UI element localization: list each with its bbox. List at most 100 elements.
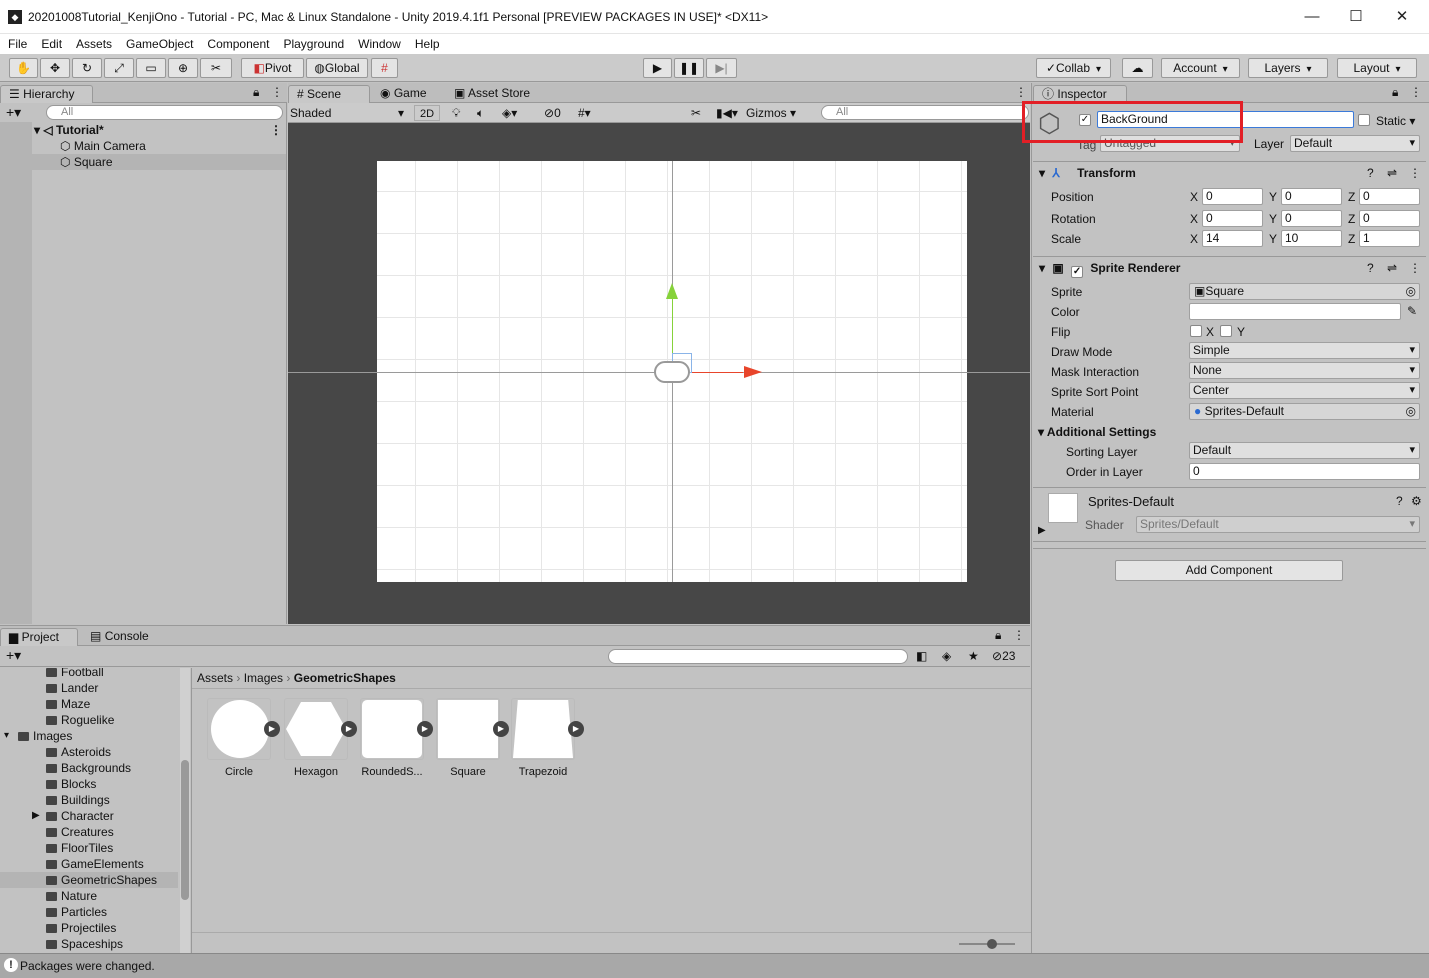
tab-scene[interactable]: # Scene bbox=[288, 85, 370, 103]
help-icon[interactable]: ? bbox=[1396, 494, 1403, 508]
hidden-objects-icon[interactable]: ⊘0 bbox=[544, 106, 561, 120]
layers-dropdown[interactable]: Layers bbox=[1248, 58, 1328, 78]
pause-button-icon[interactable]: ❚❚ bbox=[674, 58, 704, 78]
label-tag-icon[interactable]: ◈ bbox=[942, 649, 951, 663]
expand-arrow-icon[interactable]: ▶ bbox=[1038, 525, 1046, 536]
gizmos-dropdown[interactable]: Gizmos ▾ bbox=[746, 105, 796, 121]
transform-tool-icon[interactable]: ⊕ bbox=[168, 58, 198, 78]
preset-icon[interactable]: ⇌ bbox=[1387, 162, 1397, 184]
grid-snap-icon[interactable]: # bbox=[371, 58, 398, 78]
folder-tree-item[interactable]: Particles bbox=[0, 904, 178, 920]
object-picker-icon[interactable]: ◎ bbox=[1406, 404, 1416, 419]
grid-toggle-icon[interactable]: #▾ bbox=[578, 106, 591, 120]
folder-tree-item[interactable]: Spaceships bbox=[0, 936, 178, 952]
folder-tree-item[interactable]: Lander bbox=[0, 680, 178, 696]
flip-y-checkbox[interactable] bbox=[1220, 325, 1232, 337]
additional-settings-foldout[interactable]: ▾ Additional Settings bbox=[1038, 425, 1156, 439]
global-toggle[interactable]: ◍Global bbox=[306, 58, 368, 78]
status-message[interactable]: Packages were changed. bbox=[20, 959, 155, 973]
scene-kebab-icon[interactable]: ⋮ bbox=[270, 122, 282, 138]
position-x-input[interactable]: 0 bbox=[1202, 188, 1263, 205]
eyedropper-icon[interactable]: ✎ bbox=[1407, 304, 1417, 318]
hidden-packages-icon[interactable]: ⊘23 bbox=[992, 649, 1015, 663]
expand-play-icon[interactable]: ▶ bbox=[493, 721, 509, 737]
help-icon[interactable]: ? bbox=[1367, 257, 1374, 279]
shader-dropdown[interactable]: Sprites/Default bbox=[1136, 516, 1420, 533]
draw-mode-dropdown[interactable]: Simple bbox=[1189, 342, 1420, 359]
shading-mode-dropdown[interactable]: Shaded ▾ bbox=[290, 105, 408, 121]
expand-play-icon[interactable]: ▶ bbox=[417, 721, 433, 737]
close-button[interactable]: ✕ bbox=[1382, 4, 1422, 30]
tab-hierarchy[interactable]: ☰ Hierarchy bbox=[0, 85, 93, 103]
tools-icon[interactable]: ✂ bbox=[691, 106, 701, 120]
position-y-input[interactable]: 0 bbox=[1281, 188, 1342, 205]
folder-tree-item[interactable]: Asteroids bbox=[0, 744, 178, 760]
scale-x-input[interactable]: 14 bbox=[1202, 230, 1263, 247]
rotation-z-input[interactable]: 0 bbox=[1359, 210, 1420, 227]
menu-component[interactable]: Component bbox=[207, 35, 269, 53]
tab-project[interactable]: ▆ Project bbox=[0, 628, 78, 646]
hand-tool-icon[interactable]: ✋ bbox=[9, 58, 38, 78]
folder-tree-item[interactable]: Projectiles bbox=[0, 920, 178, 936]
move-tool-icon[interactable]: ✥ bbox=[40, 58, 70, 78]
collab-dropdown[interactable]: ✓Collab bbox=[1036, 58, 1111, 78]
folder-tree-item[interactable]: GeometricShapes bbox=[0, 872, 178, 888]
folder-tree-item[interactable]: GameElements bbox=[0, 856, 178, 872]
rect-tool-icon[interactable]: ▭ bbox=[136, 58, 166, 78]
pivot-toggle[interactable]: ◧Pivot bbox=[241, 58, 304, 78]
breadcrumb-current[interactable]: GeometricShapes bbox=[294, 671, 396, 685]
move-gizmo-x-arrow[interactable] bbox=[744, 366, 762, 378]
hierarchy-item-main-camera[interactable]: ⬡ Main Camera bbox=[60, 138, 146, 154]
mask-interaction-dropdown[interactable]: None bbox=[1189, 362, 1420, 379]
favorite-star-icon[interactable]: ★ bbox=[968, 649, 979, 663]
expand-play-icon[interactable]: ▶ bbox=[341, 721, 357, 737]
step-button-icon[interactable]: ▶| bbox=[706, 58, 737, 78]
account-dropdown[interactable]: Account bbox=[1161, 58, 1240, 78]
kebab-menu-icon[interactable]: ⋮ bbox=[1410, 85, 1422, 99]
transform-header[interactable]: ▾ ⅄ Transform ? ⇌ ⋮ bbox=[1033, 161, 1426, 183]
tree-scrollbar[interactable] bbox=[180, 668, 190, 954]
hierarchy-item-square[interactable]: ⬡ Square bbox=[0, 154, 286, 170]
asset-hexagon[interactable]: ▶ Hexagon bbox=[284, 698, 357, 778]
folder-tree-item[interactable]: Football bbox=[0, 668, 178, 680]
material-object-field[interactable]: ● Sprites-Default ◎ bbox=[1189, 403, 1420, 420]
lock-icon[interactable]: 🔒︎ bbox=[253, 85, 259, 100]
rotation-x-input[interactable]: 0 bbox=[1202, 210, 1263, 227]
folder-tree-item[interactable]: Blocks bbox=[0, 776, 178, 792]
flip-x-checkbox[interactable] bbox=[1190, 325, 1202, 337]
rotate-tool-icon[interactable]: ↻ bbox=[72, 58, 102, 78]
help-icon[interactable]: ? bbox=[1367, 162, 1374, 184]
hierarchy-search-input[interactable]: All bbox=[46, 105, 283, 120]
camera-icon[interactable]: ▮◀▾ bbox=[716, 106, 738, 120]
folder-tree-item[interactable]: Maze bbox=[0, 696, 178, 712]
gear-icon[interactable]: ⚙ bbox=[1411, 494, 1422, 508]
audio-icon[interactable]: 🔈︎ bbox=[477, 106, 484, 121]
scene-search-input[interactable]: All bbox=[821, 105, 1029, 120]
scale-y-input[interactable]: 10 bbox=[1281, 230, 1342, 247]
tree-scrollbar-thumb[interactable] bbox=[181, 760, 189, 900]
scene-root[interactable]: ▾ ◁ Tutorial* ⋮ bbox=[34, 122, 286, 138]
breadcrumb-item[interactable]: Images bbox=[244, 671, 283, 685]
create-plus-icon[interactable]: +▾ bbox=[6, 647, 21, 664]
effects-icon[interactable]: ◈▾ bbox=[502, 106, 517, 120]
preset-icon[interactable]: ⇌ bbox=[1387, 257, 1397, 279]
menu-playground[interactable]: Playground bbox=[283, 35, 344, 53]
kebab-menu-icon[interactable]: ⋮ bbox=[1409, 162, 1421, 184]
kebab-menu-icon[interactable]: ⋮ bbox=[1015, 85, 1027, 99]
folder-tree-item[interactable]: Nature bbox=[0, 888, 178, 904]
scale-tool-icon[interactable]: ⤢ bbox=[104, 58, 134, 78]
add-component-button[interactable]: Add Component bbox=[1115, 560, 1343, 581]
folder-tree-item[interactable]: Buildings bbox=[0, 792, 178, 808]
lock-icon[interactable]: 🔒︎ bbox=[995, 628, 1001, 643]
folder-tree-item[interactable]: FloorTiles bbox=[0, 840, 178, 856]
move-gizmo-y-arrow[interactable] bbox=[666, 283, 678, 299]
sprite-object-field[interactable]: ▣Square ◎ bbox=[1189, 283, 1420, 300]
maximize-button[interactable]: ☐ bbox=[1336, 4, 1376, 30]
2d-toggle[interactable]: 2D bbox=[414, 105, 440, 121]
sprite-sort-point-dropdown[interactable]: Center bbox=[1189, 382, 1420, 399]
position-z-input[interactable]: 0 bbox=[1359, 188, 1420, 205]
tab-console[interactable]: ▤ Console bbox=[82, 628, 157, 646]
thumbnail-size-slider-handle[interactable] bbox=[987, 939, 997, 949]
folder-tree-item[interactable]: Creatures bbox=[0, 824, 178, 840]
menu-file[interactable]: File bbox=[8, 35, 27, 53]
